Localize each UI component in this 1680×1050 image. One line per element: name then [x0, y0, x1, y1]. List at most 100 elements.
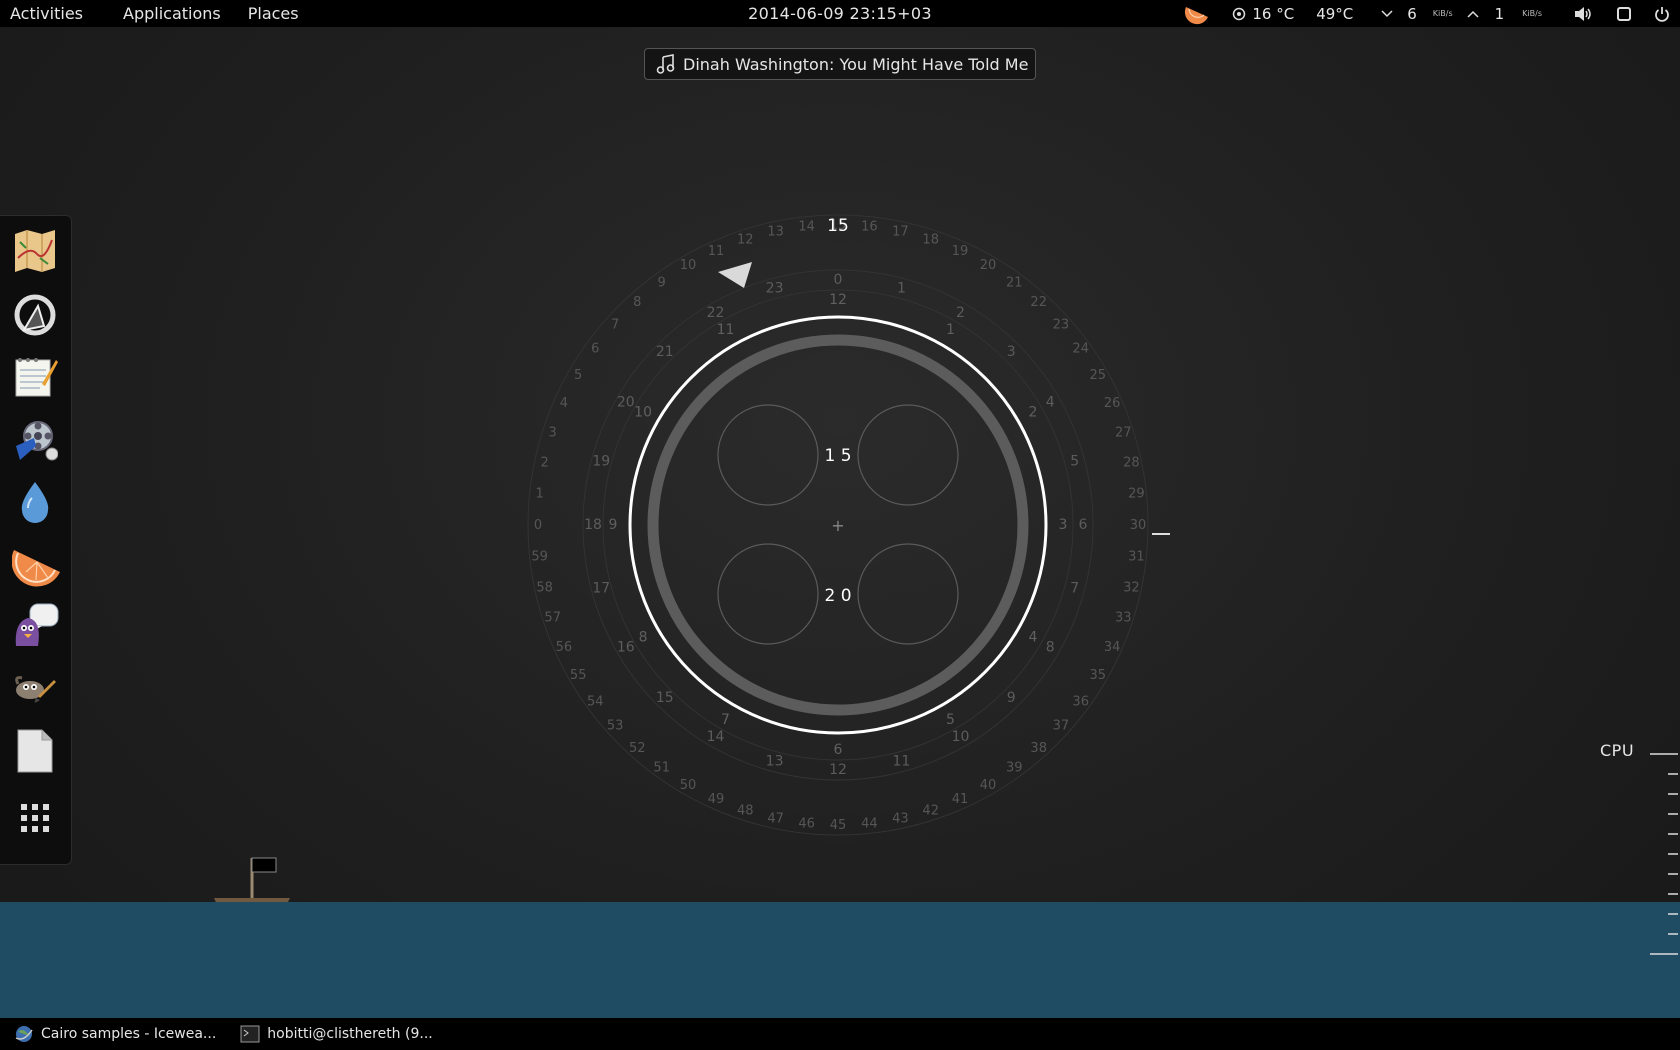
- globe-icon: [15, 1026, 33, 1042]
- taskbar: Cairo samples - Icewea... hobitti@clisth…: [0, 1018, 1680, 1050]
- subdial-top-left: [717, 404, 819, 506]
- dial-number: 19: [952, 244, 969, 259]
- dial-number: 4: [1028, 630, 1037, 646]
- dial-number: 23: [1053, 317, 1070, 332]
- subdial-top-right: [857, 404, 959, 506]
- dial-number: 37: [1053, 719, 1070, 734]
- dial-number: 41: [952, 792, 969, 807]
- dial-number: 17: [892, 225, 909, 240]
- task-label: hobitti@clisthereth (9...: [267, 1026, 433, 1042]
- dial-number: 20: [617, 395, 635, 411]
- dial-number: 16: [861, 220, 878, 235]
- dial-number: 44: [861, 816, 878, 831]
- dial-number: 4: [560, 396, 568, 411]
- dial-number: 53: [607, 719, 624, 734]
- dial-number: 51: [653, 761, 670, 776]
- dial-number: 59: [531, 549, 548, 564]
- task-terminal[interactable]: hobitti@clisthereth (9...: [240, 1025, 433, 1043]
- dial-number: 24: [1072, 342, 1089, 357]
- dial-number: 15: [656, 690, 674, 706]
- dial-number: 5: [1070, 454, 1079, 470]
- dial-number: 32: [1123, 580, 1140, 595]
- dial-number: 14: [707, 729, 725, 745]
- dial-number: 47: [767, 811, 784, 826]
- dial-number: 6: [1079, 517, 1088, 533]
- dial-number: 28: [1123, 456, 1140, 471]
- triangle-pointer-icon: [718, 262, 752, 288]
- dial-number: 8: [1046, 640, 1055, 656]
- dial-number: 1: [535, 487, 543, 502]
- dial-number: 11: [708, 244, 725, 259]
- dial-number: 9: [1007, 690, 1016, 706]
- dial-number: 7: [721, 712, 730, 728]
- dial-number: 50: [680, 778, 697, 793]
- dial-number: 6: [834, 742, 843, 758]
- dial-number: 18: [584, 517, 602, 533]
- cpu-label: CPU: [1600, 741, 1635, 760]
- dial-number: 12: [737, 233, 754, 248]
- dial-number: 22: [1030, 295, 1047, 310]
- dial-number: 38: [1030, 741, 1047, 756]
- dial-number: 54: [587, 694, 604, 709]
- dial-number: 49: [708, 792, 725, 807]
- dial-number: 40: [980, 778, 997, 793]
- dial-number: 8: [639, 630, 648, 646]
- dial-number: 36: [1072, 694, 1089, 709]
- dial-number: 13: [766, 754, 784, 770]
- task-label: Cairo samples - Icewea...: [41, 1026, 217, 1042]
- hour-display: 1 5: [824, 446, 851, 466]
- dial-number: 10: [634, 405, 652, 421]
- task-iceweasel[interactable]: Cairo samples - Icewea...: [14, 1024, 216, 1044]
- dial-number: 14: [798, 220, 815, 235]
- dial-number: 21: [656, 344, 674, 360]
- dial-number: 43: [892, 811, 909, 826]
- dial-number: 39: [1006, 761, 1023, 776]
- dial-number: 19: [592, 454, 610, 470]
- dial-number: 7: [1070, 580, 1079, 596]
- dial-number: 2: [540, 456, 548, 471]
- dial-number: 42: [922, 803, 939, 818]
- dial-number: 8: [633, 295, 641, 310]
- dial-number: 21: [1006, 275, 1023, 290]
- dial-number: 4: [1046, 395, 1055, 411]
- sea-decoration: [0, 902, 1680, 1018]
- dial-number: 33: [1115, 611, 1132, 626]
- dial-number: 9: [658, 275, 666, 290]
- circular-clock-widget: 15 16 171819202122232425262728293031323334…: [214, 214, 1170, 922]
- dial-number: 22: [707, 305, 725, 321]
- minute-display: 2 0: [824, 586, 851, 606]
- dial-number: 17: [592, 580, 610, 596]
- dial-number: 5: [574, 368, 582, 383]
- dial-number: 5: [946, 712, 955, 728]
- center-plus: +: [831, 516, 844, 535]
- dial-number: 3: [1007, 344, 1016, 360]
- cpu-meter: [1650, 753, 1678, 955]
- dial-number: 58: [536, 580, 553, 595]
- dial-number: 12: [829, 292, 847, 308]
- dial-number: 31: [1128, 549, 1145, 564]
- dial-number: 55: [570, 668, 587, 683]
- dial-number: 48: [737, 803, 754, 818]
- dial-number: 3: [1059, 517, 1068, 533]
- dial-number: 56: [556, 640, 573, 655]
- dial-number: 16: [617, 640, 635, 656]
- terminal-icon: [240, 1025, 260, 1043]
- dial-number: 2: [956, 305, 965, 321]
- dial-number: 10: [952, 729, 970, 745]
- dial-number: 18: [922, 233, 939, 248]
- dial-number: 6: [591, 342, 599, 357]
- dial-number: 35: [1090, 668, 1107, 683]
- dial-number: 10: [680, 258, 697, 273]
- dial-number: 7: [611, 317, 619, 332]
- dial-number: 13: [767, 225, 784, 240]
- dial-number: 26: [1104, 396, 1121, 411]
- dial-number: 11: [717, 322, 735, 338]
- dial-number: 11: [892, 754, 910, 770]
- dial-number: 46: [798, 816, 815, 831]
- dial-number: 9: [609, 517, 618, 533]
- dial-number: 25: [1090, 368, 1107, 383]
- dial-number: 0: [534, 518, 542, 533]
- dial-number: 34: [1104, 640, 1121, 655]
- dial-number: 3: [549, 425, 557, 440]
- dial-number: 52: [629, 741, 646, 756]
